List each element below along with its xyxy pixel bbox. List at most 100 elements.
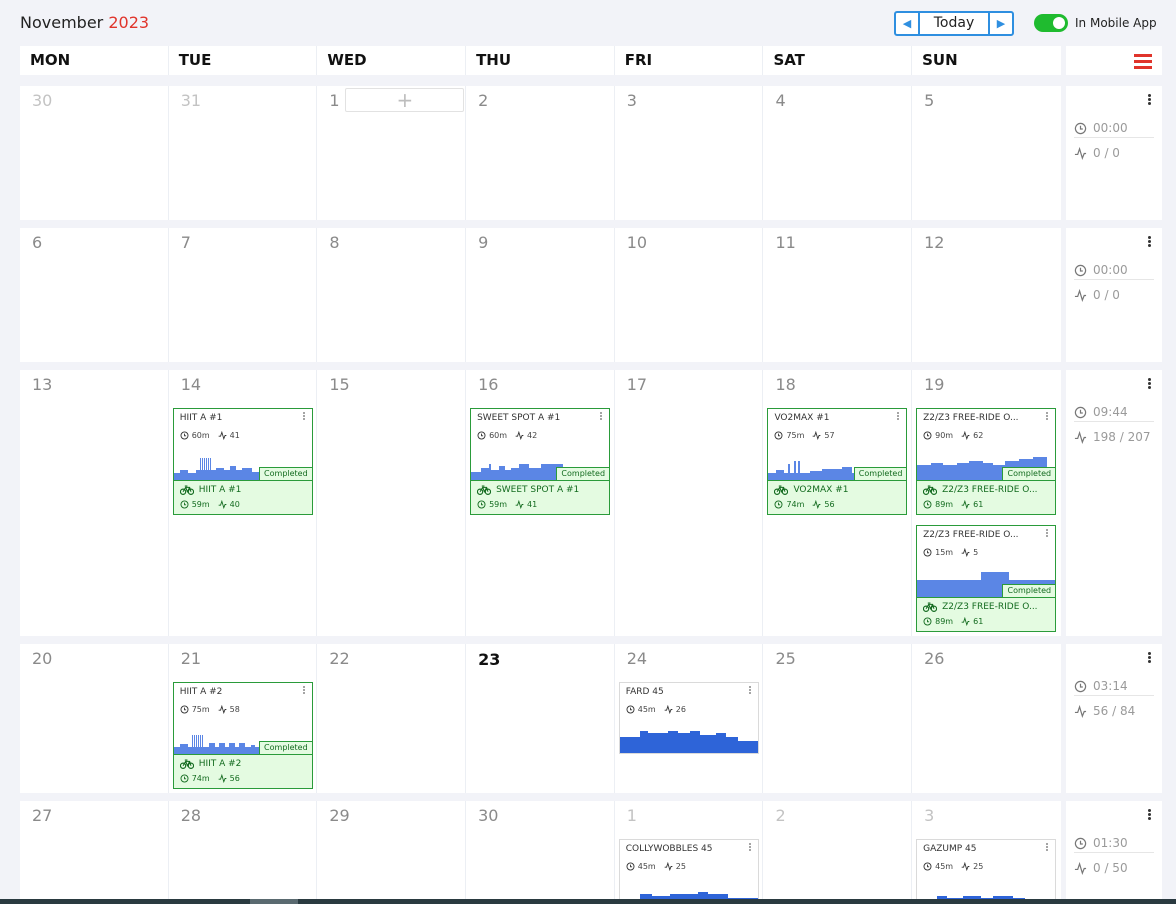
workout-card[interactable]: Z2/Z3 FREE-RIDE O... 15m 5 Completed Z2/Z… [916,525,1057,632]
clock-icon [923,617,932,626]
week-row: 20 21 HIIT A #2 75m 58 Completed HIIT A #… [20,644,1061,793]
workout-title: Z2/Z3 FREE-RIDE O... [923,413,1019,423]
day-number: 7 [180,233,191,252]
more-vertical-icon[interactable] [1148,236,1152,248]
day-cell[interactable]: 7 [169,228,318,362]
completed-activity[interactable]: SWEET SPOT A #1 59m 41 [471,480,610,514]
workout-card[interactable]: COLLYWOBBLES 45 45m 25 [618,839,759,899]
day-cell[interactable]: 22 [317,644,467,793]
day-cell[interactable]: 24 FARD 45 45m 26 [615,644,764,793]
clock-icon [774,431,783,440]
day-cell[interactable]: 17 [615,370,764,636]
workout-title: HIIT A #1 [179,413,223,423]
clock-icon [1074,837,1087,849]
day-cell[interactable]: 19 Z2/Z3 FREE-RIDE O... 90m 62 Completed … [912,370,1061,636]
workout-card[interactable]: GAZUMP 45 45m 25 [916,839,1057,899]
weekday-sun: SUN [922,51,958,69]
activity-icon [1074,288,1087,302]
completed-activity[interactable]: HIIT A #1 59m 40 [173,480,312,514]
day-cell[interactable]: 20 [20,644,169,793]
more-vertical-icon[interactable] [1046,529,1049,538]
day-number: 9 [478,233,489,252]
day-cell[interactable]: 1 COLLYWOBBLES 45 45m 25 [615,801,764,899]
day-cell[interactable]: 31 [169,86,318,220]
day-cell[interactable]: 1 + [317,86,467,220]
day-number: 10 [626,233,648,252]
day-cell[interactable]: 2 [763,801,913,899]
day-number: 22 [329,649,350,668]
workout-card[interactable]: HIIT A #1 60m 41 Completed HIIT A #1 59m 4… [172,408,313,515]
hamburger-menu-icon[interactable] [1134,54,1152,69]
more-vertical-icon[interactable] [1148,378,1152,390]
completed-activity[interactable]: Z2/Z3 FREE-RIDE O... 89m 61 [917,480,1056,514]
day-cell[interactable]: 15 [317,370,467,636]
day-cell[interactable]: 2 [466,86,615,220]
more-vertical-icon[interactable] [1148,809,1152,821]
activity-icon [218,774,227,783]
day-cell[interactable]: 6 [20,228,169,362]
completed-activity[interactable]: VO2MAX #1 74m 56 [768,480,907,514]
more-vertical-icon[interactable] [1148,94,1152,106]
more-vertical-icon[interactable] [748,843,752,852]
more-vertical-icon[interactable] [1046,843,1049,852]
day-cell[interactable]: 3 [615,86,764,220]
more-vertical-icon[interactable] [1148,652,1152,664]
day-cell[interactable]: 3 GAZUMP 45 45m 25 [912,801,1061,899]
clock-icon [923,862,932,871]
workout-card[interactable]: Z2/Z3 FREE-RIDE O... 90m 62 Completed Z2/… [916,408,1057,515]
day-cell[interactable]: 28 [169,801,318,899]
mobile-app-toggle[interactable] [1034,14,1068,32]
day-cell[interactable]: 5 [912,86,1061,220]
scrollbar-thumb[interactable] [250,899,298,904]
day-number: 6 [32,233,43,252]
more-vertical-icon[interactable] [748,686,752,695]
day-cell[interactable]: 29 [317,801,467,899]
summary-time: 01:30 [1074,836,1154,853]
clock-icon [626,862,635,871]
day-cell[interactable]: 9 [466,228,615,362]
workout-card[interactable]: FARD 45 45m 26 [618,682,759,754]
more-vertical-icon[interactable] [600,412,603,421]
day-cell[interactable]: 26 [912,644,1061,793]
week-row: 13 14 HIIT A #1 60m 41 Completed HIIT A #… [20,370,1061,636]
activity-icon [961,500,970,509]
activity-icon [1074,861,1087,875]
more-vertical-icon[interactable] [1046,412,1049,421]
summary-load: 0 / 0 [1074,146,1154,160]
completed-badge: Completed [259,741,312,754]
more-vertical-icon[interactable] [897,412,900,421]
completed-activity[interactable]: HIIT A #2 74m 56 [173,754,312,788]
day-cell[interactable]: 30 [466,801,615,899]
day-cell[interactable]: 8 [317,228,467,362]
day-cell[interactable]: 10 [615,228,764,362]
horizontal-scrollbar[interactable] [0,899,1176,904]
day-cell[interactable]: 4 [763,86,913,220]
workout-card[interactable]: VO2MAX #1 75m 57 Completed VO2MAX #1 74m 5… [767,408,908,515]
more-vertical-icon[interactable] [302,412,306,421]
previous-month-button[interactable]: ◀ [896,13,920,34]
day-cell[interactable]: 16 SWEET SPOT A #1 60m 42 Completed SWEET… [466,370,615,636]
more-vertical-icon[interactable] [302,686,306,695]
day-cell[interactable]: 21 HIIT A #2 75m 58 Completed HIIT A #2 7… [169,644,318,793]
day-cell[interactable]: 11 [763,228,913,362]
summary-load: 56 / 84 [1074,704,1154,718]
completed-activity[interactable]: Z2/Z3 FREE-RIDE O... 89m 61 [917,597,1056,631]
day-number: 27 [32,806,53,825]
day-cell[interactable]: 13 [20,370,169,636]
add-workout-button[interactable]: + [345,88,465,112]
clock-icon [1074,680,1087,692]
day-cell[interactable]: 25 [763,644,913,793]
next-month-button[interactable]: ▶ [988,13,1012,34]
workout-card[interactable]: SWEET SPOT A #1 60m 42 Completed SWEET SP… [470,408,611,515]
workout-card[interactable]: HIIT A #2 75m 58 Completed HIIT A #2 74m 5… [172,682,313,789]
workout-meta: 75m 58 [180,705,240,714]
day-cell[interactable]: 23 [466,644,615,793]
day-cell[interactable]: 12 [912,228,1061,362]
day-cell[interactable]: 27 [20,801,169,899]
day-cell[interactable]: 30 [20,86,169,220]
workout-title: Z2/Z3 FREE-RIDE O... [923,530,1019,540]
day-cell[interactable]: 14 HIIT A #1 60m 41 Completed HIIT A #1 5… [169,370,318,636]
day-cell[interactable]: 18 VO2MAX #1 75m 57 Completed VO2MAX #1 7… [763,370,913,636]
today-button[interactable]: Today [920,13,988,34]
clock-icon [923,500,932,509]
